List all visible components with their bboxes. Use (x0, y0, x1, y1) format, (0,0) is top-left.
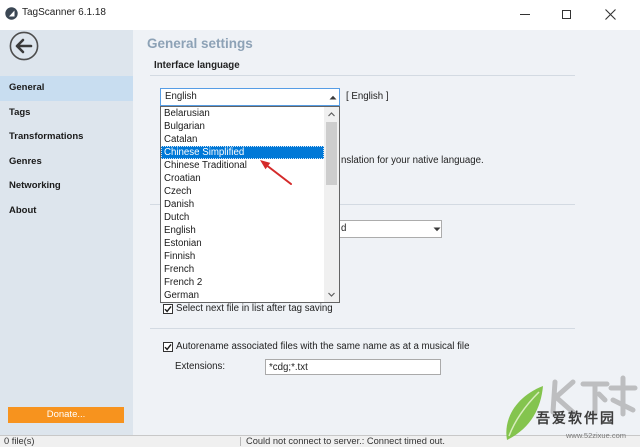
list-item[interactable]: Chinese Simplified (161, 146, 324, 159)
file-count: 0 file(s) (4, 436, 35, 446)
sidebar-item-tags[interactable]: Tags (0, 101, 133, 126)
list-item[interactable]: German (161, 289, 324, 302)
list-item[interactable]: French 2 (161, 276, 324, 289)
page-title: General settings (147, 36, 253, 51)
sidebar-nav: General Tags Transformations Genres Netw… (0, 76, 133, 224)
watermark-url: www.52zixue.com (566, 431, 627, 440)
language-select-value: English (165, 91, 197, 102)
list-item[interactable]: Bulgarian (161, 120, 324, 133)
list-item[interactable]: Czech (161, 185, 324, 198)
list-item[interactable]: Finnish (161, 250, 324, 263)
dropdown-arrow-icon (329, 95, 337, 100)
list-item[interactable]: Croatian (161, 172, 324, 185)
maximize-button[interactable] (546, 0, 588, 30)
checkmark-icon (164, 305, 172, 313)
back-arrow-icon (9, 31, 39, 61)
donate-button[interactable]: Donate... (8, 407, 124, 423)
scroll-down-icon (328, 292, 335, 297)
list-item[interactable]: Dutch (161, 211, 324, 224)
window-title: TagScanner 6.1.18 (22, 7, 106, 18)
sidebar-item-about[interactable]: About (0, 199, 133, 224)
sidebar-item-transformations[interactable]: Transformations (0, 125, 133, 150)
section-divider (150, 75, 575, 76)
minimize-icon (520, 14, 530, 15)
sidebar-item-networking[interactable]: Networking (0, 174, 133, 199)
current-language-indicator: [ English ] (346, 91, 389, 102)
checkmark-icon (164, 343, 172, 351)
scrollbar-thumb[interactable] (326, 122, 337, 185)
list-item[interactable]: Chinese Traditional (161, 159, 324, 172)
language-select[interactable]: English (160, 88, 340, 106)
list-item[interactable]: Catalan (161, 133, 324, 146)
translation-hint-text: nslation for your native language. (341, 155, 484, 166)
sidebar-item-genres[interactable]: Genres (0, 150, 133, 175)
watermark-lettering-graphic (550, 375, 638, 417)
dropdown-arrow-icon (433, 227, 441, 232)
extensions-label: Extensions: (175, 361, 226, 372)
status-message: Could not connect to server.: Connect ti… (246, 436, 445, 446)
close-button[interactable] (589, 0, 631, 30)
list-item[interactable]: Estonian (161, 237, 324, 250)
list-item[interactable]: French (161, 263, 324, 276)
autorename-label[interactable]: Autorename associated files with the sam… (176, 341, 469, 353)
scroll-up-icon (328, 112, 335, 117)
title-bar[interactable]: TagScanner 6.1.18 (0, 0, 640, 30)
sidebar: General Tags Transformations Genres Netw… (0, 30, 133, 435)
list-item[interactable]: Belarusian (161, 107, 324, 120)
back-button[interactable] (9, 31, 39, 61)
select-next-file-label[interactable]: Select next file in list after tag savin… (176, 303, 333, 315)
minimize-button[interactable] (504, 0, 546, 30)
select-next-file-checkbox[interactable] (163, 304, 173, 314)
watermark-leaf-vein (508, 391, 540, 437)
maximize-icon (562, 10, 571, 19)
scroll-down-button[interactable] (324, 287, 339, 302)
sidebar-item-general[interactable]: General (0, 76, 133, 101)
status-bar: 0 file(s) Could not connect to server.: … (0, 435, 640, 447)
extensions-input[interactable] (265, 359, 441, 375)
language-dropdown-list[interactable]: Belarusian Bulgarian Catalan Chinese Sim… (160, 106, 340, 303)
dropdown-scrollbar[interactable] (324, 107, 339, 302)
watermark-site-name: 吾爱软件园 (536, 410, 616, 426)
status-separator (240, 437, 241, 446)
interface-language-label: Interface language (154, 60, 240, 71)
section-divider (150, 328, 575, 329)
close-icon (605, 9, 616, 20)
autorename-checkbox[interactable] (163, 342, 173, 352)
scroll-up-button[interactable] (324, 107, 339, 122)
list-item[interactable]: English (161, 224, 324, 237)
app-icon (5, 7, 18, 20)
secondary-select-value: d (341, 223, 347, 234)
list-item[interactable]: Danish (161, 198, 324, 211)
